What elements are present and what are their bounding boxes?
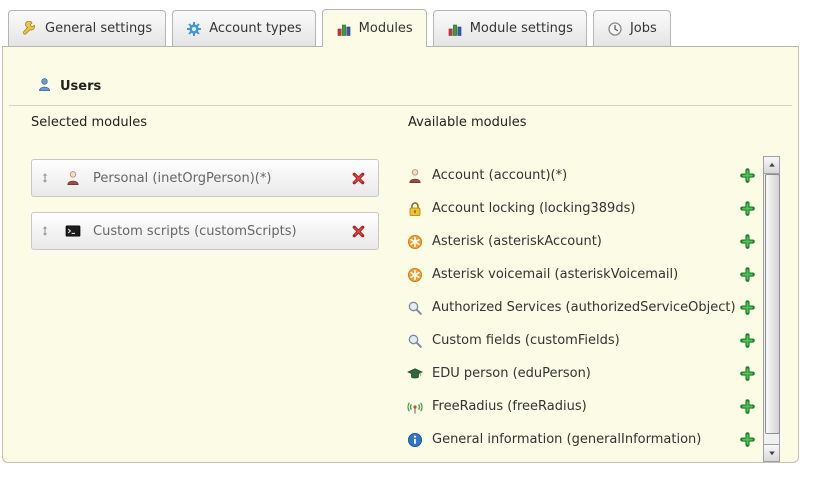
- add-module-button[interactable]: [740, 168, 755, 183]
- person-icon: [407, 168, 423, 184]
- add-module-button[interactable]: [740, 333, 755, 348]
- users-icon: [37, 77, 52, 96]
- available-modules-scrollbar[interactable]: [763, 156, 780, 462]
- tab-label: General settings: [45, 21, 152, 36]
- magnifier-icon: [407, 300, 423, 316]
- available-module-row: Asterisk voicemail (asteriskVoicemail): [401, 258, 757, 291]
- available-module-row: Account (account)(*): [401, 159, 757, 192]
- selected-module-row[interactable]: Personal (inetOrgPerson)(*): [31, 159, 379, 197]
- selected-module-row[interactable]: Custom scripts (customScripts): [31, 212, 379, 250]
- clock-icon: [607, 21, 623, 37]
- selected-module-label: Custom scripts (customScripts): [93, 224, 297, 239]
- available-modules-heading: Available modules: [408, 115, 526, 130]
- add-module-button[interactable]: [740, 201, 755, 216]
- add-module-button[interactable]: [740, 432, 755, 447]
- triangle-up-icon: [767, 160, 777, 170]
- available-module-label: Custom fields (customFields): [432, 333, 620, 348]
- terminal-icon: [65, 223, 81, 239]
- drag-handle-icon[interactable]: [39, 224, 51, 238]
- add-module-button[interactable]: [740, 234, 755, 249]
- available-module-label: Account (account)(*): [432, 168, 567, 183]
- add-module-button[interactable]: [740, 267, 755, 282]
- info-icon: [407, 432, 423, 448]
- tab-label: Jobs: [630, 21, 657, 36]
- tab-label: Module settings: [470, 21, 573, 36]
- available-module-label: Authorized Services (authorizedServiceOb…: [432, 300, 736, 315]
- available-module-label: Asterisk voicemail (asteriskVoicemail): [432, 267, 678, 282]
- add-module-button[interactable]: [740, 399, 755, 414]
- tab-bar: General settings Account types Modules M…: [8, 8, 671, 46]
- lam-configuration-page: General settings Account types Modules M…: [0, 0, 814, 478]
- modules-icon: [336, 21, 352, 37]
- available-module-label: Asterisk (asteriskAccount): [432, 234, 602, 249]
- scrollbar-thumb[interactable]: [765, 174, 780, 434]
- available-module-row: EDU person (eduPerson): [401, 357, 757, 390]
- tab-label: Modules: [359, 21, 413, 36]
- tab-general-settings[interactable]: General settings: [8, 10, 166, 46]
- asterisk-icon: [407, 267, 423, 283]
- available-module-label: Account locking (locking389ds): [432, 201, 635, 216]
- available-module-row: Authorized Services (authorizedServiceOb…: [401, 291, 757, 324]
- scroll-up-button[interactable]: [764, 157, 779, 174]
- module-settings-icon: [447, 21, 463, 37]
- magnifier-icon: [407, 333, 423, 349]
- lock-icon: [407, 201, 423, 217]
- available-module-row: FreeRadius (freeRadius): [401, 390, 757, 423]
- asterisk-icon: [407, 234, 423, 250]
- tab-jobs[interactable]: Jobs: [593, 10, 671, 46]
- section-header: Users: [37, 77, 101, 96]
- add-module-button[interactable]: [740, 300, 755, 315]
- remove-module-button[interactable]: [351, 171, 366, 186]
- selected-modules-heading: Selected modules: [31, 115, 147, 130]
- modules-panel: Users Selected modules Available modules…: [2, 46, 799, 463]
- available-module-row: General information (generalInformation): [401, 423, 757, 456]
- graduation-cap-icon: [407, 366, 423, 382]
- drag-handle-icon[interactable]: [39, 171, 51, 185]
- person-icon: [65, 170, 81, 186]
- tab-modules[interactable]: Modules: [322, 9, 427, 47]
- available-module-row: Asterisk (asteriskAccount): [401, 225, 757, 258]
- page-title: Users: [60, 79, 101, 94]
- wrench-icon: [22, 21, 38, 37]
- available-module-label: General information (generalInformation): [432, 432, 701, 447]
- triangle-down-icon: [767, 448, 777, 458]
- available-modules-list: Account (account)(*) Account locking (lo…: [401, 159, 757, 456]
- section-divider: [9, 105, 792, 106]
- remove-module-button[interactable]: [351, 224, 366, 239]
- add-module-button[interactable]: [740, 366, 755, 381]
- tab-module-settings[interactable]: Module settings: [433, 10, 587, 46]
- antenna-icon: [407, 399, 423, 415]
- available-module-row: Account locking (locking389ds): [401, 192, 757, 225]
- scroll-down-button[interactable]: [764, 444, 779, 461]
- available-module-row: Custom fields (customFields): [401, 324, 757, 357]
- selected-module-label: Personal (inetOrgPerson)(*): [93, 171, 271, 186]
- tab-account-types[interactable]: Account types: [172, 10, 315, 46]
- tab-label: Account types: [209, 21, 301, 36]
- available-module-label: FreeRadius (freeRadius): [432, 399, 587, 414]
- available-module-label: EDU person (eduPerson): [432, 366, 591, 381]
- gear-icon: [186, 21, 202, 37]
